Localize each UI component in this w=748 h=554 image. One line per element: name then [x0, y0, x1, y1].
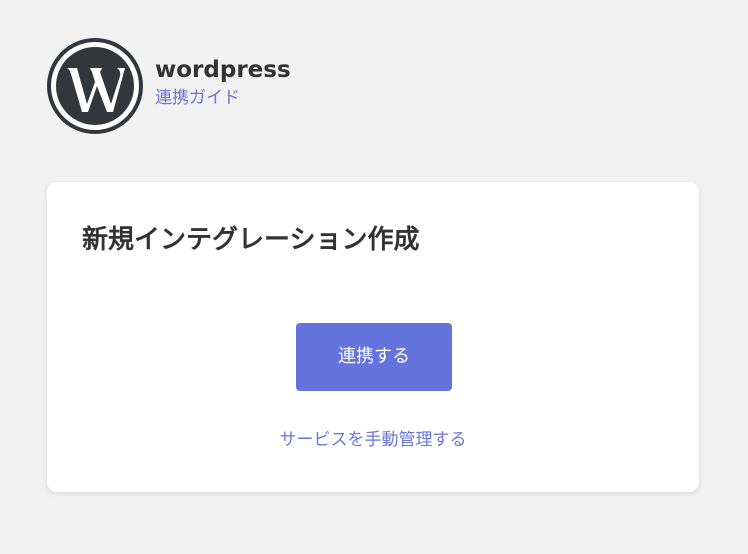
wordpress-logo-icon	[47, 38, 143, 134]
manage-manually-link[interactable]: サービスを手動管理する	[47, 428, 699, 452]
create-integration-card: 新規インテグレーション作成 連携する サービスを手動管理する	[47, 182, 699, 492]
integration-guide-link[interactable]: 連携ガイド	[155, 86, 291, 110]
header-text: wordpress 連携ガイド	[155, 56, 291, 110]
card-title: 新規インテグレーション作成	[82, 225, 420, 255]
integration-header: wordpress 連携ガイド	[47, 38, 291, 134]
connect-button[interactable]: 連携する	[296, 323, 452, 391]
app-name: wordpress	[155, 57, 291, 83]
